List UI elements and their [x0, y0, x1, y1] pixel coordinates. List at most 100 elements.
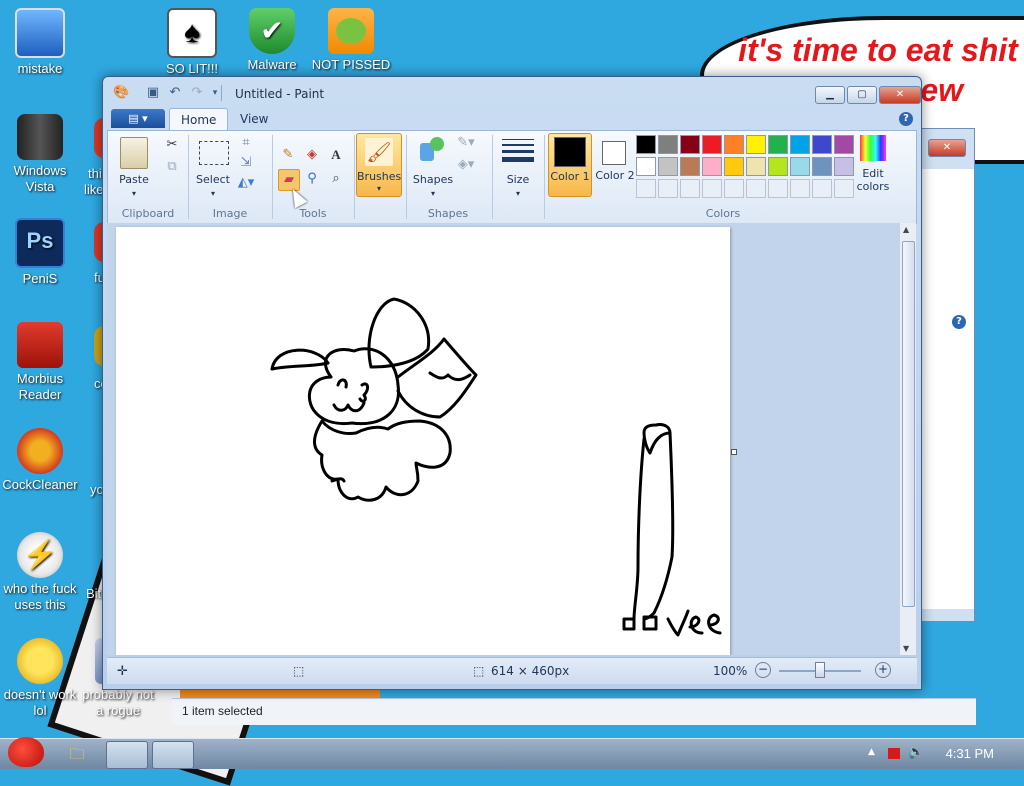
desktop-icon-cockcleaner[interactable]: CockCleaner [0, 428, 80, 493]
desktop-icon-solitaire[interactable]: ♠ SO LIT!!! [152, 8, 232, 77]
taskbar-button-explorer[interactable] [106, 741, 148, 769]
scroll-down-icon[interactable]: ▼ [903, 644, 909, 653]
volume-icon[interactable]: 🔈 [908, 745, 924, 760]
size-dropdown-icon[interactable]: ▾ [512, 187, 524, 200]
close-button[interactable]: ✕ [928, 139, 966, 157]
fill-icon[interactable]: ◈ [302, 145, 322, 165]
brushes-button[interactable]: 🖌 Brushes ▾ [356, 133, 402, 197]
title-bar[interactable]: 🎨 ▣ ↶ ↷ ▾ Untitled - Paint ▁ ▢ ✕ [103, 77, 921, 107]
redo-icon[interactable]: ↷ [189, 86, 205, 100]
desktop-icon-penis[interactable]: Ps PeniS [0, 218, 80, 287]
outline-icon[interactable]: ✎▾ [456, 133, 476, 153]
edit-colors-icon[interactable] [860, 135, 886, 161]
palette-swatch[interactable] [834, 135, 854, 154]
palette-swatch[interactable] [702, 179, 722, 198]
brushes-dropdown-icon: ▾ [376, 184, 381, 193]
desktop-icon-doesnt-work[interactable]: doesn't work lol [0, 638, 80, 719]
shapes-icon[interactable] [418, 135, 446, 163]
palette-swatch[interactable] [636, 179, 656, 198]
color1-button[interactable]: Color 1 [548, 133, 592, 197]
size-button[interactable]: Size [498, 173, 538, 186]
fill-shape-icon[interactable]: ◈▾ [456, 155, 476, 175]
palette-swatch[interactable] [702, 135, 722, 154]
paste-dropdown-icon[interactable]: ▾ [128, 187, 140, 200]
palette-swatch[interactable] [680, 179, 700, 198]
palette-swatch[interactable] [636, 157, 656, 176]
palette-swatch[interactable] [812, 135, 832, 154]
save-icon[interactable]: ▣ [145, 86, 161, 100]
edit-colors-button[interactable]: Edit colors [850, 167, 896, 193]
copy-icon[interactable]: ⧉ [162, 157, 182, 177]
palette-swatch[interactable] [746, 179, 766, 198]
size-icon[interactable] [502, 137, 534, 163]
shapes-dropdown-icon[interactable]: ▾ [427, 187, 439, 200]
palette-swatch[interactable] [768, 157, 788, 176]
palette-swatch[interactable] [812, 179, 832, 198]
palette-swatch[interactable] [812, 157, 832, 176]
zoom-in-icon[interactable]: + [875, 662, 891, 678]
action-center-icon[interactable] [888, 748, 900, 759]
folder-icon[interactable]: 🗀 [66, 745, 88, 763]
desktop-icon-not-pissed[interactable]: NOT PISSED [311, 8, 391, 73]
minimize-button[interactable]: ▁ [815, 86, 845, 104]
palette-swatch[interactable] [636, 135, 656, 154]
scroll-up-icon[interactable]: ▲ [903, 225, 909, 234]
help-icon[interactable]: ? [952, 315, 966, 329]
close-button[interactable]: ✕ [879, 86, 921, 104]
palette-swatch[interactable] [724, 135, 744, 154]
paint-menu-button[interactable]: ▤ ▾ [111, 109, 165, 128]
palette-swatch[interactable] [790, 157, 810, 176]
palette-swatch[interactable] [724, 157, 744, 176]
desktop-icon-mistake[interactable]: mistake [0, 8, 80, 77]
paint-window[interactable]: 🎨 ▣ ↶ ↷ ▾ Untitled - Paint ▁ ▢ ✕ ▤ ▾ Hom… [102, 76, 922, 690]
desktop-icon-morbius-reader[interactable]: Morbius Reader [0, 322, 80, 403]
desktop-icon-windows-vista[interactable]: Windows Vista [0, 114, 80, 195]
crop-icon[interactable]: ⌗ [236, 133, 256, 153]
magnifier-icon[interactable]: ⌕ [326, 169, 346, 189]
drawing-canvas[interactable]: vee [116, 227, 730, 655]
clock[interactable]: 4:31 PM [946, 746, 994, 761]
pencil-icon[interactable]: ✎ [278, 145, 298, 165]
palette-swatch[interactable] [724, 179, 744, 198]
shapes-button[interactable]: Shapes [410, 173, 456, 186]
palette-swatch[interactable] [768, 179, 788, 198]
select-dropdown-icon[interactable]: ▾ [207, 187, 219, 200]
resize-handle[interactable] [731, 449, 737, 455]
select-button[interactable]: Select [192, 173, 234, 186]
color2-button[interactable]: Color 2 [594, 133, 636, 195]
paste-button[interactable]: Paste [114, 173, 154, 186]
palette-swatch[interactable] [746, 135, 766, 154]
vertical-scrollbar[interactable]: ▲ ▼ [899, 223, 916, 655]
palette-swatch[interactable] [658, 179, 678, 198]
palette-swatch[interactable] [680, 157, 700, 176]
palette-swatch[interactable] [790, 179, 810, 198]
show-hidden-icons[interactable]: ▲ [868, 747, 875, 757]
color-picker-icon[interactable]: ⚲ [302, 169, 322, 189]
start-button[interactable] [4, 733, 46, 769]
desktop-icon-malware[interactable]: ✔ Malware [232, 8, 312, 73]
palette-swatch[interactable] [768, 135, 788, 154]
paste-icon[interactable] [120, 137, 148, 169]
rotate-icon[interactable]: ◭▾ [236, 173, 256, 193]
palette-swatch[interactable] [790, 135, 810, 154]
palette-swatch[interactable] [746, 157, 766, 176]
scroll-thumb[interactable] [902, 241, 915, 607]
tab-home[interactable]: Home [169, 108, 229, 131]
select-icon[interactable] [199, 141, 229, 165]
palette-swatch[interactable] [658, 157, 678, 176]
palette-swatch[interactable] [702, 157, 722, 176]
palette-swatch[interactable] [680, 135, 700, 154]
help-icon[interactable]: ? [899, 112, 913, 126]
zoom-slider-thumb[interactable] [815, 662, 825, 678]
resize-icon[interactable]: ⇲ [236, 153, 256, 173]
desktop-icon-winamp[interactable]: ⚡ who the fuck uses this [0, 532, 80, 613]
maximize-button[interactable]: ▢ [847, 86, 877, 104]
paint-app-icon[interactable]: 🎨 [113, 86, 129, 100]
palette-swatch[interactable] [658, 135, 678, 154]
zoom-out-icon[interactable]: − [755, 662, 771, 678]
cut-icon[interactable]: ✂ [162, 135, 182, 155]
undo-icon[interactable]: ↶ [167, 86, 183, 100]
text-icon[interactable]: A [326, 145, 346, 165]
taskbar-button-paint[interactable] [152, 741, 194, 769]
tab-view[interactable]: View [229, 108, 279, 130]
